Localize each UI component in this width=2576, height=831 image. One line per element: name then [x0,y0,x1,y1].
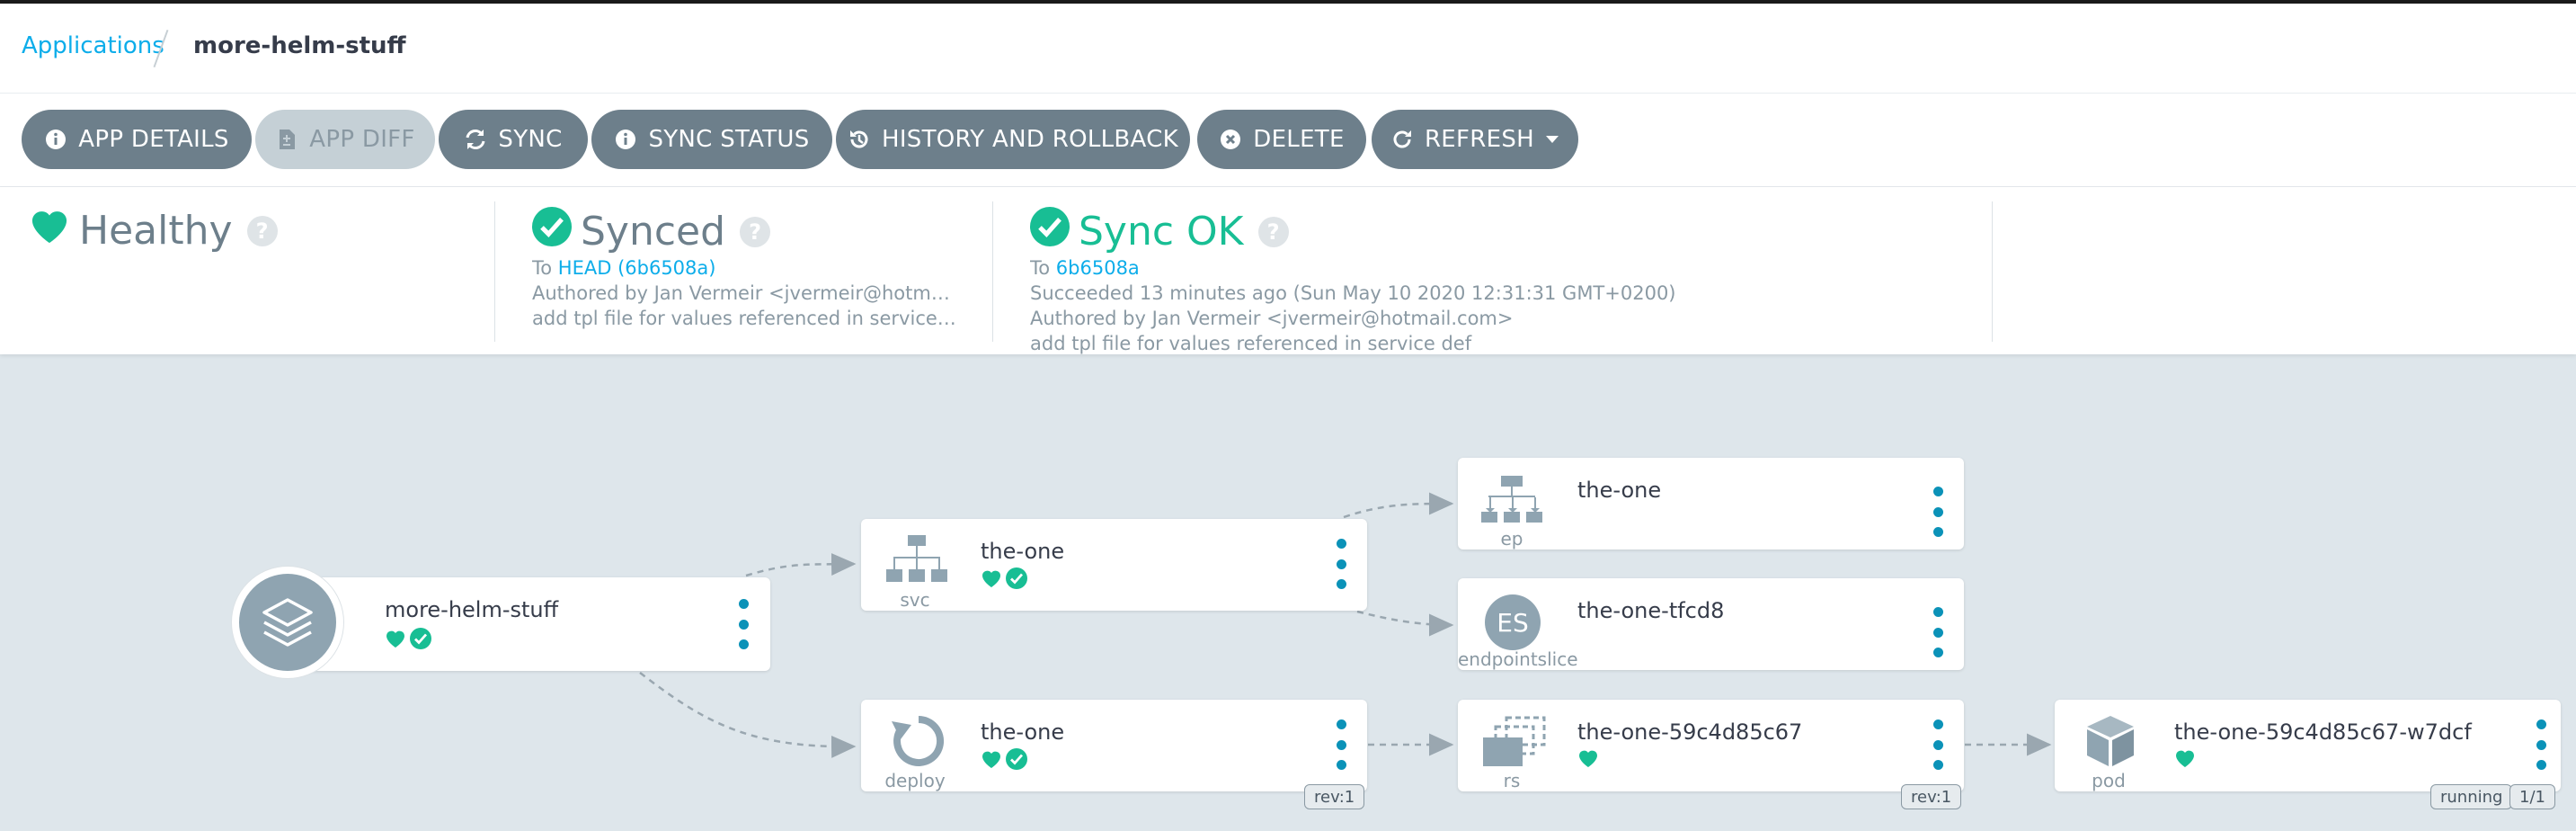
node-menu-icon[interactable] [737,599,750,649]
revision-tag: rev:1 [1901,784,1962,809]
node-menu-icon[interactable] [1932,487,1944,537]
node-kind: rs [1503,770,1521,791]
heart-icon [1577,748,1599,772]
rs-node[interactable]: rs the-one-59c4d85c67 rev:1 [1458,700,1964,809]
app-layers-icon [232,567,343,678]
pod-node[interactable]: pod the-one-59c4d85c67-w7dcf running 1/1 [2055,700,2561,809]
check-circle-icon [1006,567,1027,593]
node-menu-icon[interactable] [2535,719,2547,770]
app-node-name: more-helm-stuff [385,597,559,622]
deployment-icon [890,714,947,772]
pod-status-tag: running [2430,784,2513,809]
endpointslice-icon: ES [1485,594,1541,650]
replicaset-icon [1479,716,1548,772]
node-menu-icon[interactable] [1932,607,1944,657]
rs-node-name: the-one-59c4d85c67 [1577,719,1803,745]
svc-node[interactable]: svc the-one [861,519,1367,611]
revision-tag: rev:1 [1304,784,1365,809]
app-node[interactable]: more-helm-stuff [297,577,770,671]
node-kind: svc [900,589,930,611]
endpointslice-node-name: the-one-tfcd8 [1577,598,1725,623]
node-menu-icon[interactable] [1335,539,1347,589]
node-kind: deploy [884,770,946,791]
status-badges [385,628,431,653]
node-menu-icon[interactable] [1932,719,1944,770]
node-kind: endpointslice [1458,648,1578,670]
endpoints-icon [1479,476,1544,526]
check-circle-icon [1006,748,1027,773]
status-badges [1577,748,1599,772]
pod-cube-icon [2083,714,2137,772]
heart-icon [981,568,1002,592]
heart-icon [385,629,406,652]
svc-node-name: the-one [981,539,1065,564]
deploy-node[interactable]: deploy the-one rev:1 [861,700,1367,809]
service-icon [884,535,949,587]
deploy-node-name: the-one [981,719,1065,745]
node-kind: pod [2092,770,2126,791]
status-badges [981,567,1027,593]
status-badges [981,748,1027,773]
node-kind: ep [1500,528,1523,550]
check-circle-icon [410,628,431,653]
status-badges [2174,748,2196,772]
ep-node[interactable]: ep the-one [1458,458,1964,550]
pod-ready-count-tag: 1/1 [2509,784,2555,809]
pod-node-name: the-one-59c4d85c67-w7dcf [2174,719,2472,745]
heart-icon [2174,748,2196,772]
ep-node-name: the-one [1577,478,1662,503]
node-menu-icon[interactable] [1335,719,1347,770]
heart-icon [981,749,1002,773]
endpointslice-node[interactable]: ES endpointslice the-one-tfcd8 [1458,578,1964,670]
